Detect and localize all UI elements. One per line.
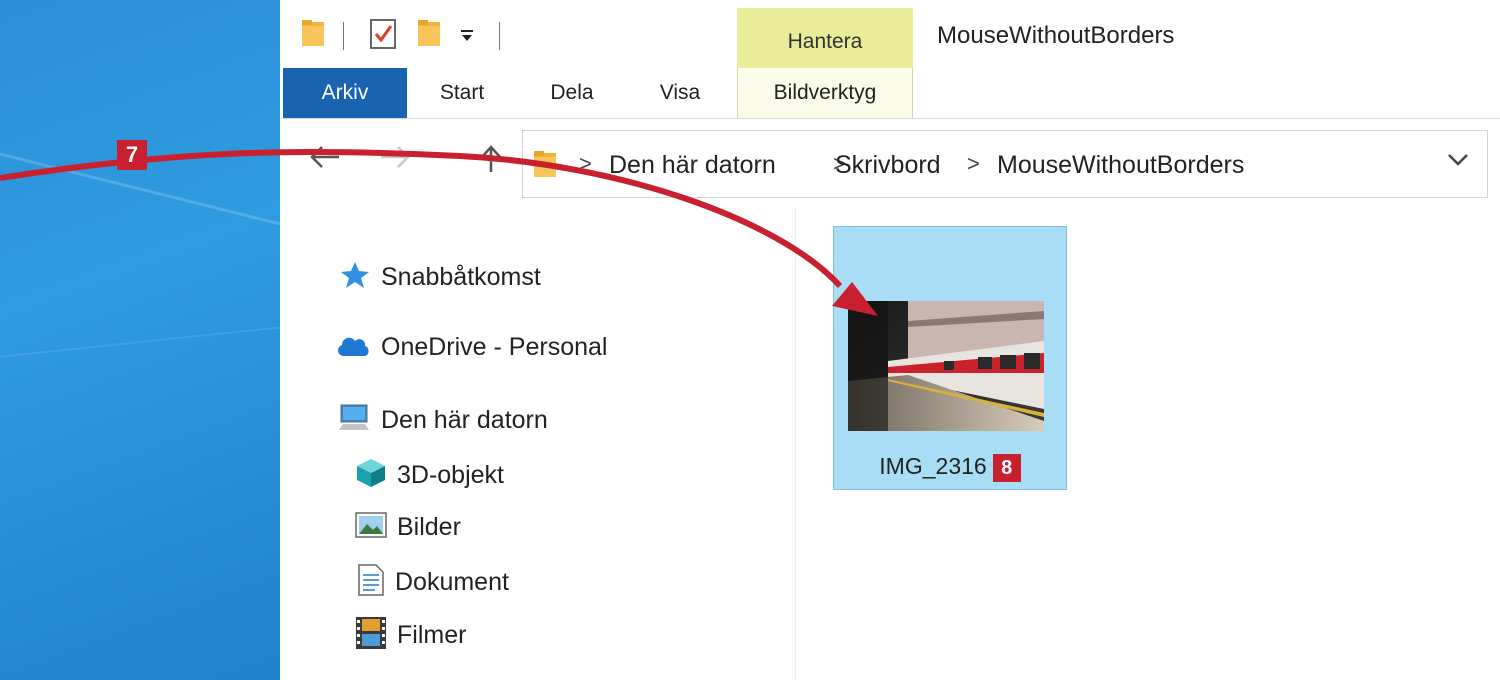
chevron-down-icon[interactable]: [1447, 147, 1469, 173]
document-icon: [357, 564, 385, 601]
arrow-right-icon[interactable]: [379, 144, 411, 178]
nav-item-label: Den här datorn: [381, 406, 548, 434]
ribbon-divider: [281, 118, 1500, 119]
context-group-hantera: Hantera: [737, 8, 913, 68]
toolbar-separator: [499, 22, 500, 50]
desktop-background: [0, 0, 280, 680]
nav-item-filmer[interactable]: Filmer: [355, 616, 466, 655]
file-item-img-2316[interactable]: IMG_2316 8: [833, 226, 1067, 490]
nav-item-label: 3D-objekt: [397, 461, 504, 489]
breadcrumb-den-har-datorn[interactable]: Den här datorn: [609, 151, 776, 180]
folder-icon[interactable]: [301, 18, 325, 53]
nav-item-label: Filmer: [397, 621, 467, 649]
toolbar-separator: [343, 22, 344, 50]
file-name-row: IMG_2316 8: [834, 453, 1066, 482]
tab-dela[interactable]: Dela: [529, 68, 615, 118]
content-pane: IMG_2316 8: [797, 208, 1500, 680]
breadcrumb-mousewithoutborders[interactable]: MouseWithoutBorders: [997, 151, 1244, 180]
nav-item-label: OneDrive - Personal: [381, 333, 608, 361]
folder-icon: [533, 149, 557, 184]
cloud-icon: [335, 332, 371, 363]
nav-item-label: Bilder: [397, 513, 461, 541]
nav-item-label: Dokument: [395, 568, 509, 596]
chevron-right-icon[interactable]: >: [579, 151, 592, 177]
nav-item-dokument[interactable]: Dokument: [357, 564, 509, 601]
image-thumbnail: [848, 301, 1044, 431]
customize-dropdown-icon[interactable]: [459, 28, 475, 47]
wallpaper-light-streak: [0, 320, 280, 362]
new-folder-icon[interactable]: [417, 18, 441, 53]
nav-item-bilder[interactable]: Bilder: [355, 511, 461, 544]
file-explorer-window: Hantera MouseWithoutBorders Arkiv Start …: [281, 0, 1500, 680]
tab-bildverktyg[interactable]: Bildverktyg: [737, 68, 913, 118]
star-icon: [339, 260, 371, 295]
nav-item-snabbatkomst[interactable]: Snabbåtkomst: [339, 260, 541, 295]
cube-icon: [355, 457, 387, 494]
chevron-right-icon[interactable]: >: [967, 151, 980, 177]
file-name-label: IMG_2316: [879, 453, 987, 479]
arrow-left-icon[interactable]: [309, 144, 341, 178]
window-title: MouseWithoutBorders: [937, 22, 1175, 49]
tab-arkiv[interactable]: Arkiv: [283, 68, 407, 118]
pictures-icon: [355, 511, 387, 544]
callout-badge-7: 7: [117, 140, 147, 170]
properties-checkmark-icon[interactable]: [369, 18, 397, 55]
breadcrumb-skrivbord[interactable]: Skrivbord: [835, 151, 941, 180]
nav-item-onedrive[interactable]: OneDrive - Personal: [335, 332, 607, 363]
context-group-label: Hantera: [787, 30, 863, 53]
callout-badge-8: 8: [992, 453, 1021, 482]
computer-icon: [337, 403, 371, 438]
arrow-up-icon[interactable]: [479, 144, 503, 181]
navigation-pane: Snabbåtkomst OneDrive - Personal Den här…: [281, 208, 796, 680]
film-icon: [355, 616, 387, 655]
nav-item-3d-objekt[interactable]: 3D-objekt: [355, 457, 504, 494]
ribbon-tabs: Arkiv Start Dela Visa Bildverktyg: [281, 68, 1500, 118]
tab-visa[interactable]: Visa: [635, 68, 725, 118]
address-bar[interactable]: > Den här datorn > Skrivbord > MouseWith…: [522, 130, 1488, 198]
nav-item-label: Snabbåtkomst: [381, 263, 541, 291]
nav-item-den-har-datorn[interactable]: Den här datorn: [337, 403, 548, 438]
navigation-bar: > Den här datorn > Skrivbord > MouseWith…: [281, 126, 1500, 200]
tab-start[interactable]: Start: [419, 68, 505, 118]
